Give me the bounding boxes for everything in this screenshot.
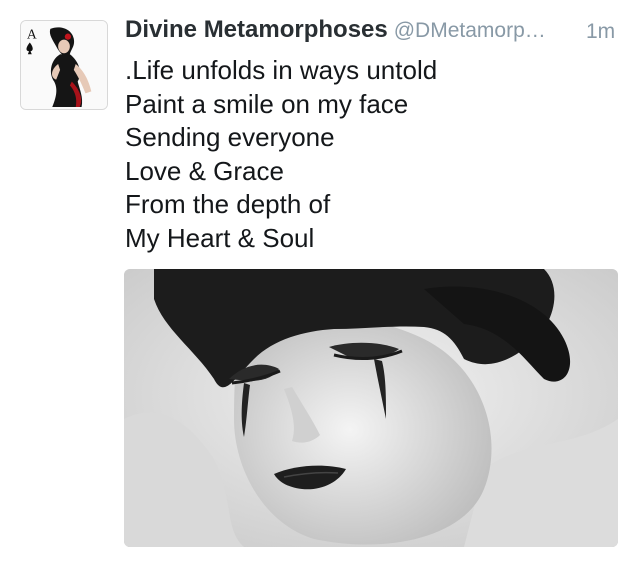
profile-avatar[interactable]: A xyxy=(20,20,108,110)
rose-icon xyxy=(64,33,72,40)
tweet: A Divine Metamorphoses @DMetamorp… 1m .Li… xyxy=(0,0,640,567)
avatar-image: A xyxy=(21,21,107,109)
tweet-text: .Life unfolds in ways untold Paint a smi… xyxy=(125,54,615,255)
tweet-header: Divine Metamorphoses @DMetamorp… xyxy=(125,16,625,44)
display-name[interactable]: Divine Metamorphoses xyxy=(125,16,388,43)
tweet-line: Sending everyone xyxy=(125,122,335,152)
tweet-line: From the depth of xyxy=(125,189,331,219)
tweet-line: Paint a smile on my face xyxy=(125,88,409,119)
tweet-line: My Heart & Soul xyxy=(125,222,315,253)
timestamp[interactable]: 1m xyxy=(586,20,615,44)
tweet-line: Love & Grace xyxy=(125,155,284,186)
user-handle[interactable]: @DMetamorp… xyxy=(394,19,546,42)
tweet-line: .Life unfolds in ways untold xyxy=(125,55,438,85)
card-rank-text: A xyxy=(27,27,37,42)
photo-image xyxy=(124,269,618,547)
tweet-media-photo[interactable] xyxy=(124,269,618,547)
